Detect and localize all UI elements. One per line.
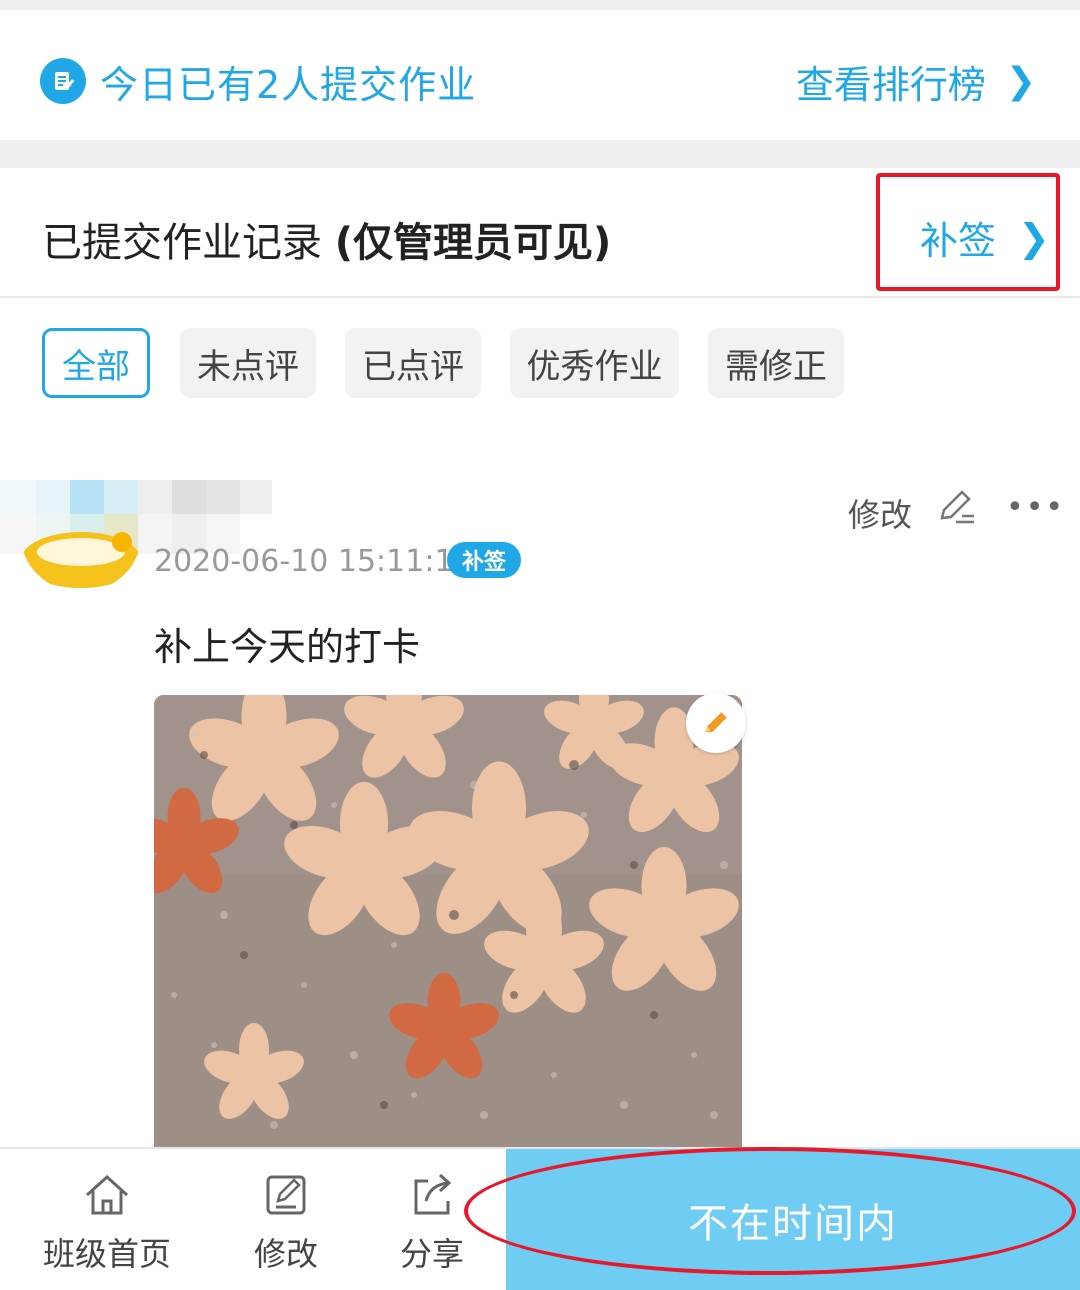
section-divider [0,140,1080,168]
home-icon [85,1174,129,1215]
pencil-icon [705,712,727,732]
makeup-tag-badge: 补签 [447,542,521,578]
filter-reviewed[interactable]: 已点评 [345,328,481,398]
makeup-signin-label: 补签 [920,219,997,263]
more-options-icon[interactable]: ••• [1006,490,1063,525]
share-icon [414,1173,452,1215]
makeup-signin-link[interactable]: 补签 ❯ [920,210,1050,265]
filter-all[interactable]: 全部 [42,328,150,398]
post-content: 补上今天的打卡 [154,625,421,669]
note-icon [40,58,86,104]
nav-edit[interactable]: 修改 [240,1169,332,1275]
rain-flower-photo [154,695,742,1150]
filter-chips: 全部 未点评 已点评 优秀作业 需修正 [0,328,1080,400]
nav-edit-label: 修改 [253,1235,318,1273]
records-title: 已提交作业记录 (仅管理员可见) [42,210,611,268]
post-timestamp: 2020-06-10 15:11:13 [154,544,473,579]
chevron-right-icon: ❯ [1005,61,1036,102]
nav-share[interactable]: 分享 [386,1169,478,1275]
top-divider [0,0,1080,10]
filter-unreviewed[interactable]: 未点评 [180,328,316,398]
edit-icon [266,1175,306,1215]
avatar[interactable] [20,530,142,592]
filter-needs-fix[interactable]: 需修正 [708,328,844,398]
chevron-right-icon: ❯ [1018,215,1050,260]
view-ranking-link[interactable]: 查看排行榜 ❯ [796,54,1036,109]
post-photo[interactable] [154,695,742,1150]
edit-post-link[interactable]: 修改 [848,490,912,536]
records-header: 已提交作业记录 (仅管理员可见) 补签 ❯ [0,168,1080,298]
pen-icon[interactable] [934,484,978,528]
view-ranking-label: 查看排行榜 [795,63,986,107]
submission-summary: 今日已有2人提交作业 查看排行榜 ❯ [0,10,1080,140]
submitted-today-text: 今日已有2人提交作业 [100,63,477,107]
photo-edit-button[interactable] [686,693,746,753]
records-title-admin-note: (仅管理员可见) [334,220,612,266]
filter-excellent[interactable]: 优秀作业 [510,328,679,398]
records-title-text: 已提交作业记录 [42,220,335,266]
submit-status-button[interactable]: 不在时间内 [506,1149,1080,1290]
nav-class-home[interactable]: 班级首页 [42,1169,172,1275]
nav-share-label: 分享 [399,1235,464,1273]
nav-class-home-label: 班级首页 [42,1235,171,1273]
